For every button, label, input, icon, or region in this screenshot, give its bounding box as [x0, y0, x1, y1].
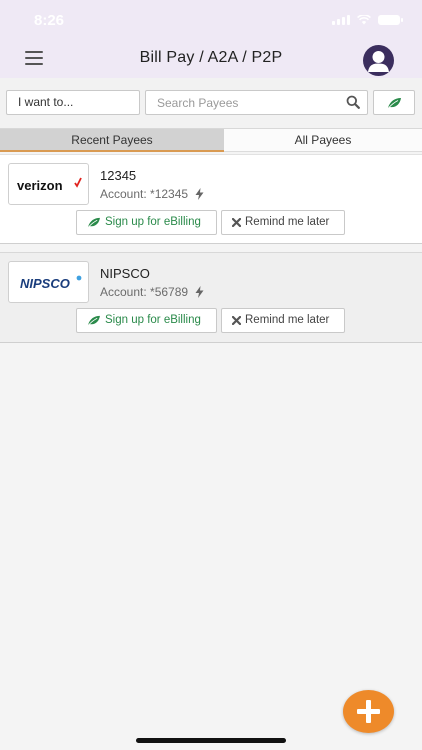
app-header: 8:26 Bill Pay / A2A / P2P [0, 0, 422, 78]
svg-text:verizon: verizon [17, 178, 63, 193]
verizon-logo: verizon [8, 163, 89, 205]
nav-bar: Bill Pay / A2A / P2P [0, 40, 422, 78]
filter-bar: I want to... [0, 78, 422, 128]
i-want-to-dropdown[interactable]: I want to... [6, 90, 140, 115]
status-icons [332, 15, 403, 25]
leaf-icon [88, 217, 100, 228]
tab-all-payees[interactable]: All Payees [224, 129, 422, 152]
payee-account-text: Account: *56789 [100, 285, 189, 299]
page-title: Bill Pay / A2A / P2P [139, 49, 283, 66]
avatar-icon[interactable] [363, 45, 394, 76]
home-indicator [136, 738, 286, 743]
tab-recent-payees[interactable]: Recent Payees [0, 129, 224, 152]
search-field[interactable] [145, 90, 368, 115]
ebilling-label: Sign up for eBilling [105, 216, 201, 228]
bolt-icon [195, 286, 204, 298]
nipsco-logo: NIPSCO [8, 261, 89, 303]
close-icon [232, 218, 241, 227]
remind-me-later-button[interactable]: Remind me later [221, 308, 345, 333]
payee-account-text: Account: *12345 [100, 187, 189, 201]
ebill-filter-button[interactable] [373, 90, 415, 115]
search-icon[interactable] [346, 95, 360, 109]
leaf-icon [388, 98, 401, 109]
sign-up-ebilling-button[interactable]: Sign up for eBilling [76, 210, 217, 235]
remind-me-later-button[interactable]: Remind me later [221, 210, 345, 235]
payee-name: NIPSCO [100, 266, 150, 281]
payee-name: 12345 [100, 168, 137, 183]
payee-card[interactable]: verizon 12345 Account: *12345 Sign up fo… [0, 154, 422, 244]
remind-label: Remind me later [245, 216, 330, 228]
status-bar: 8:26 [0, 0, 422, 40]
svg-text:NIPSCO: NIPSCO [20, 276, 70, 291]
payee-tabs: Recent Payees All Payees [0, 128, 422, 152]
close-icon [232, 316, 241, 325]
payee-card[interactable]: NIPSCO NIPSCO Account: *56789 Sign up fo… [0, 252, 422, 343]
remind-label: Remind me later [245, 314, 330, 326]
add-payee-button[interactable] [343, 690, 394, 733]
leaf-icon [88, 315, 100, 326]
signal-icon [332, 15, 350, 25]
status-time: 8:26 [34, 12, 65, 29]
wifi-icon [357, 15, 371, 25]
payee-account: Account: *56789 [100, 285, 204, 299]
battery-icon [378, 15, 403, 25]
search-input[interactable] [146, 91, 336, 114]
bolt-icon [195, 188, 204, 200]
sign-up-ebilling-button[interactable]: Sign up for eBilling [76, 308, 217, 333]
payee-account: Account: *12345 [100, 187, 204, 201]
ebilling-label: Sign up for eBilling [105, 314, 201, 326]
